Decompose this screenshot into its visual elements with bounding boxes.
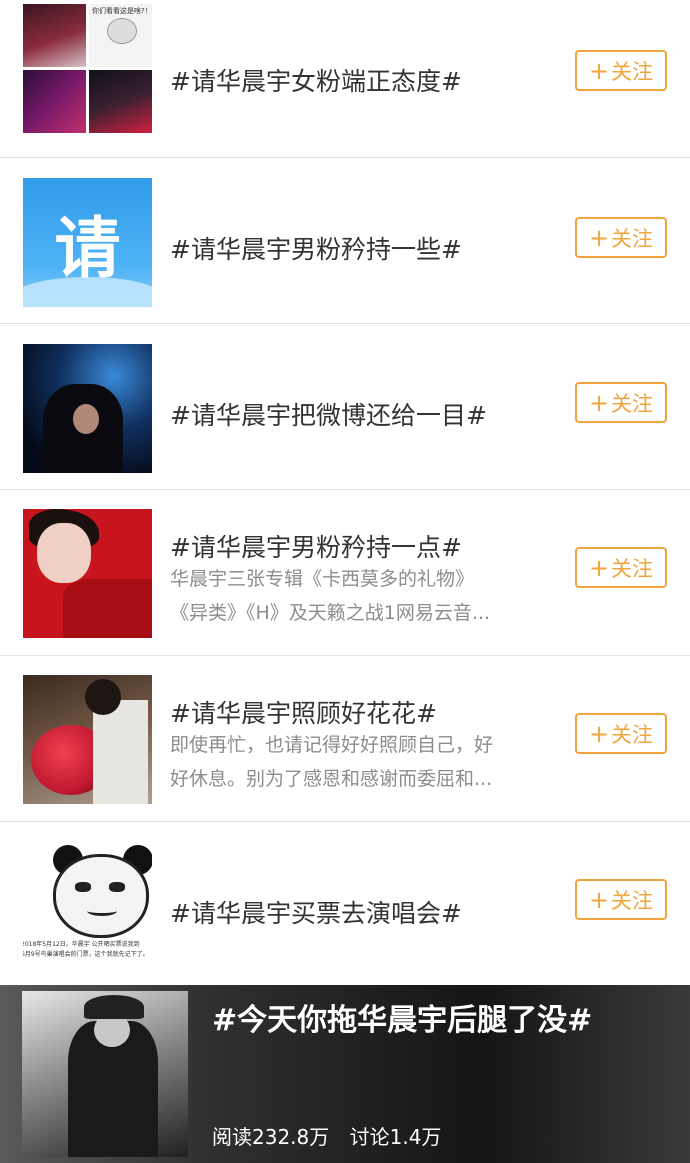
meme-caption: 2018年5月12日。华晨宇 公开晒买票说我到 6月9号鸟巢演唱会的门票，这个我… (23, 940, 152, 960)
plus-icon: + (588, 719, 610, 748)
topic-title[interactable]: #请华晨宇女粉端正态度# (170, 62, 462, 98)
topic-row[interactable]: 2018年5月12日。华晨宇 公开晒买票说我到 6月9号鸟巢演唱会的门票，这个我… (0, 822, 690, 988)
photo-tile (89, 70, 152, 133)
featured-topic-stats: 阅读232.8万 讨论1.4万 (212, 1121, 455, 1150)
featured-topic-title[interactable]: #今天你拖华晨宇后腿了没# (212, 995, 592, 1039)
topic-title[interactable]: #请华晨宇把微博还给一目# (170, 396, 487, 432)
meme-caption-line: 6月9号鸟巢演唱会的门票，这个我就先记下了。 (23, 951, 149, 958)
topic-row[interactable]: 请 #请华晨宇男粉矜持一些# + 关注 (0, 158, 690, 324)
topic-list: 你们看看这是啥?！ #请华晨宇女粉端正态度# + 关注 请 #请华晨宇男粉矜持一些… (0, 0, 690, 988)
discussion-count: 讨论1.4万 (349, 1125, 442, 1149)
follow-button[interactable]: + 关注 (575, 50, 667, 91)
topic-thumbnail[interactable] (23, 675, 152, 804)
follow-label: 关注 (611, 391, 654, 416)
topic-row[interactable]: 你们看看这是啥?！ #请华晨宇女粉端正态度# + 关注 (0, 0, 690, 158)
photo-face (37, 523, 91, 583)
topic-thumbnail[interactable] (23, 344, 152, 473)
panda-mouth (87, 906, 117, 916)
follow-label: 关注 (611, 888, 654, 913)
meme-caption-line: 2018年5月12日。华晨宇 公开晒买票说我到 (23, 941, 140, 948)
topic-description-line: 华晨宇三张专辑《卡西莫多的礼物》 (170, 568, 475, 590)
follow-button[interactable]: + 关注 (575, 713, 667, 754)
topic-title[interactable]: #请华晨宇买票去演唱会# (170, 894, 462, 930)
topic-thumbnail[interactable]: 请 (23, 178, 152, 307)
photo-head (85, 679, 121, 715)
featured-topic-card[interactable]: #今天你拖华晨宇后腿了没# 阅读232.8万 讨论1.4万 (0, 985, 690, 1163)
topic-description-line: 即使再忙，也请记得好好照顾自己，好 (170, 734, 494, 756)
plus-icon: + (588, 388, 610, 417)
meme-face-icon (107, 18, 137, 44)
panda-meme-icon (53, 854, 149, 938)
topic-title[interactable]: #请华晨宇照顾好花花# (170, 694, 437, 730)
photo-shirt (93, 700, 148, 804)
plus-icon: + (588, 553, 610, 582)
thumbnail-glyph: 请 (54, 209, 121, 287)
plus-icon: + (588, 223, 610, 252)
follow-label: 关注 (611, 556, 654, 581)
follow-label: 关注 (611, 226, 654, 251)
topic-description-line: 好休息。别为了感恩和感谢而委屈和... (170, 768, 493, 790)
panda-eye (75, 882, 91, 892)
panda-eye (109, 882, 125, 892)
read-count: 阅读232.8万 (212, 1125, 330, 1149)
photo-hat (84, 995, 144, 1019)
topic-row[interactable]: #请华晨宇把微博还给一目# + 关注 (0, 324, 690, 490)
meme-tile: 你们看看这是啥?！ (89, 4, 152, 67)
follow-label: 关注 (611, 722, 654, 747)
featured-thumbnail[interactable] (22, 991, 188, 1157)
topic-description-line: 《异类》《H》及天籁之战1网易云音... (170, 602, 490, 624)
follow-button[interactable]: + 关注 (575, 382, 667, 423)
topic-thumbnail[interactable]: 你们看看这是啥?！ (23, 4, 152, 133)
topic-thumbnail[interactable] (23, 509, 152, 638)
photo-sleeve (63, 579, 152, 638)
photo-tile (23, 70, 86, 133)
meme-caption: 你们看看这是啥?！ (92, 7, 152, 15)
follow-label: 关注 (611, 59, 654, 84)
topic-thumbnail[interactable]: 2018年5月12日。华晨宇 公开晒买票说我到 6月9号鸟巢演唱会的门票，这个我… (23, 842, 152, 971)
photo-tile (23, 4, 86, 67)
follow-button[interactable]: + 关注 (575, 547, 667, 588)
plus-icon: + (588, 56, 610, 85)
topic-title[interactable]: #请华晨宇男粉矜持一点# (170, 528, 462, 564)
topic-row[interactable]: #请华晨宇男粉矜持一点# 华晨宇三张专辑《卡西莫多的礼物》 《异类》《H》及天籁… (0, 490, 690, 656)
follow-button[interactable]: + 关注 (575, 879, 667, 920)
topic-row[interactable]: #请华晨宇照顾好花花# 即使再忙，也请记得好好照顾自己，好 好休息。别为了感恩和… (0, 656, 690, 822)
topic-title[interactable]: #请华晨宇男粉矜持一些# (170, 230, 462, 266)
photo-face (73, 404, 99, 434)
plus-icon: + (588, 885, 610, 914)
follow-button[interactable]: + 关注 (575, 217, 667, 258)
